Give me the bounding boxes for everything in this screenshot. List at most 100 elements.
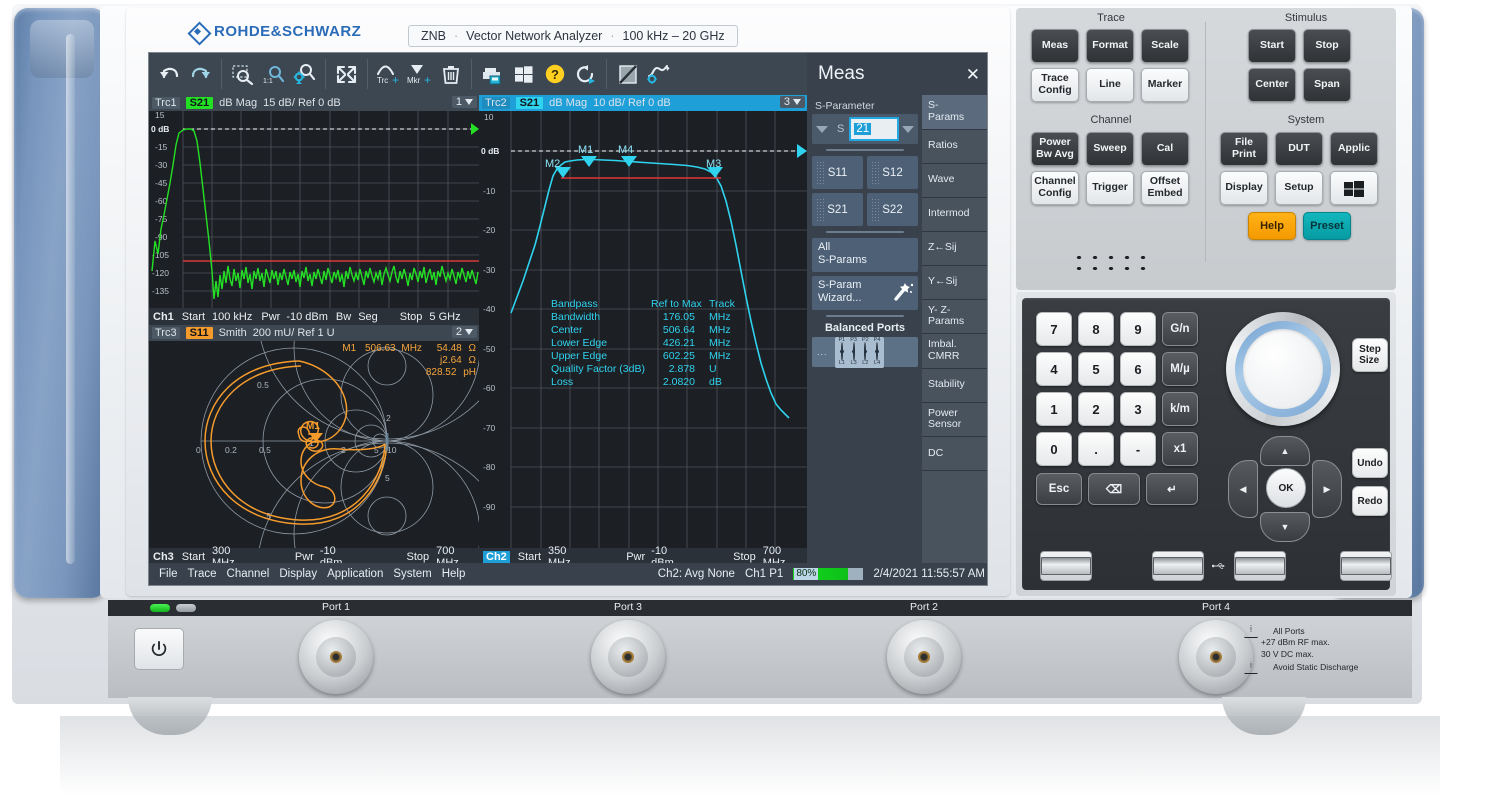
key-help[interactable]: Help [1248,212,1296,240]
trc2-window-select[interactable]: 3 [780,96,805,108]
s21-button[interactable]: S21 [812,193,863,226]
key-power-bw-avg[interactable]: PowerBw Avg [1031,132,1079,166]
nav-right-button[interactable]: ▶ [1312,460,1342,518]
key-span[interactable]: Span [1303,68,1351,102]
key-minus[interactable]: - [1120,432,1156,466]
add-marker-icon[interactable]: Mkr+ [404,59,435,89]
usb-port-1[interactable] [1040,551,1092,581]
diagram-trc3[interactable]: Trc3 S11 Smith 200 mU/ Ref 1 U 2 [149,325,479,565]
diagram-trc2[interactable]: Trc2 S21 dB Mag 10 dB/ Ref 0 dB 3 [479,95,807,565]
key-preset[interactable]: Preset [1303,212,1351,240]
tab-z-sij[interactable]: Z←Sij [922,232,988,266]
port-2-connector[interactable] [887,620,961,694]
tab-dc[interactable]: DC [922,437,988,471]
rotary-knob[interactable] [1226,312,1340,426]
key-2[interactable]: 2 [1078,392,1114,426]
trc1-pwr-value[interactable]: -10 dBm [286,311,328,323]
help-icon[interactable]: ? [539,59,570,89]
key-kilo-milli[interactable]: k/m [1162,392,1198,426]
key-3[interactable]: 3 [1120,392,1156,426]
windows-icon[interactable] [508,59,539,89]
menu-display[interactable]: Display [274,568,322,580]
trc3-window-select[interactable]: 2 [452,326,477,338]
refresh-icon[interactable] [570,59,601,89]
caret-right-icon[interactable] [902,126,914,133]
add-trace-icon[interactable]: Trc+ [373,59,404,89]
tab-s-params[interactable]: S-Params [922,95,988,130]
trc1-stop-value[interactable]: 5 GHz [429,311,460,323]
key-offset-embed[interactable]: OffsetEmbed [1141,171,1189,205]
trc3-trace-label[interactable]: Trc3 [152,327,180,339]
trc3-channel[interactable]: Ch3 [153,551,174,563]
trc1-trace-label[interactable]: Trc1 [152,97,180,109]
print-save-icon[interactable] [477,59,508,89]
key-6[interactable]: 6 [1120,352,1156,386]
zoom-config-icon[interactable] [289,59,320,89]
all-s-params-button[interactable]: All S-Params [812,238,918,272]
diagram-trc1[interactable]: Trc1 S21 dB Mag 15 dB/ Ref 0 dB 1 [149,95,479,325]
port-1-connector[interactable] [299,620,373,694]
usb-port-4[interactable] [1340,551,1392,581]
trc1-start-value[interactable]: 100 kHz [212,311,252,323]
key-decimal[interactable]: . [1078,432,1114,466]
trace-settings-icon[interactable] [643,59,674,89]
trc1-seg-label[interactable]: Seg [358,311,378,323]
key-redo[interactable]: Redo [1352,486,1388,516]
trc1-window-select[interactable]: 1 [452,96,477,108]
menu-help[interactable]: Help [437,568,471,580]
key-file-print[interactable]: FilePrint [1220,132,1268,166]
key-enter[interactable]: ↵ [1146,473,1198,505]
tab-power-sensor[interactable]: PowerSensor [922,403,988,438]
key-format[interactable]: Format [1086,29,1134,63]
usb-port-2[interactable] [1152,551,1204,581]
key-windows[interactable] [1330,171,1378,205]
key-start[interactable]: Start [1248,29,1296,63]
trc2-sparam-chip[interactable]: S21 [516,97,544,109]
key-center[interactable]: Center [1248,68,1296,102]
key-backspace[interactable]: ⌫ [1088,473,1140,505]
key-scale[interactable]: Scale [1141,29,1189,63]
key-4[interactable]: 4 [1036,352,1072,386]
key-giga-nano[interactable]: G/n [1162,312,1198,346]
s22-button[interactable]: S22 [867,193,918,226]
menu-channel[interactable]: Channel [222,568,275,580]
s11-button[interactable]: S11 [812,156,863,189]
trc2-channel[interactable]: Ch2 [483,551,510,563]
s-parameter-input[interactable]: 21 [849,117,899,141]
key-esc[interactable]: Esc [1036,473,1082,505]
tab-stability[interactable]: Stability [922,369,988,403]
key-display[interactable]: Display [1220,171,1268,205]
tab-yz-params[interactable]: Y- Z-Params [922,300,988,335]
trc1-channel[interactable]: Ch1 [153,311,174,323]
nav-ok-button[interactable]: OK [1266,468,1306,508]
trc2-trace-label[interactable]: Trc2 [482,97,510,109]
key-x1[interactable]: x1 [1162,432,1198,466]
key-line[interactable]: Line [1086,68,1134,102]
key-stop[interactable]: Stop [1303,29,1351,63]
undo-icon[interactable] [154,59,185,89]
key-setup[interactable]: Setup [1275,171,1323,205]
caret-left-icon[interactable] [816,126,828,133]
zoom-1-1-icon[interactable]: 1:1 [258,59,289,89]
menu-application[interactable]: Application [322,568,388,580]
redo-icon[interactable] [185,59,216,89]
nav-down-button[interactable]: ▼ [1260,512,1310,542]
key-trigger[interactable]: Trigger [1086,171,1134,205]
zoom-select-icon[interactable] [227,59,258,89]
power-button[interactable] [134,628,184,670]
nav-left-button[interactable]: ◀ [1228,460,1258,518]
port-3-connector[interactable] [591,620,665,694]
key-meas[interactable]: Meas [1031,29,1079,63]
tab-wave[interactable]: Wave [922,164,988,198]
port-4-connector[interactable] [1179,620,1253,694]
trc3-sparam-chip[interactable]: S11 [186,327,213,339]
key-5[interactable]: 5 [1078,352,1114,386]
s-param-wizard-button[interactable]: S-Param Wizard... [812,276,918,310]
key-applic[interactable]: Applic [1330,132,1378,166]
key-trace-config[interactable]: TraceConfig [1031,68,1079,102]
nav-up-button[interactable]: ▲ [1260,436,1310,466]
s12-button[interactable]: S12 [867,156,918,189]
key-sweep[interactable]: Sweep [1086,132,1134,166]
delete-icon[interactable] [435,59,466,89]
key-channel-config[interactable]: ChannelConfig [1031,171,1079,205]
